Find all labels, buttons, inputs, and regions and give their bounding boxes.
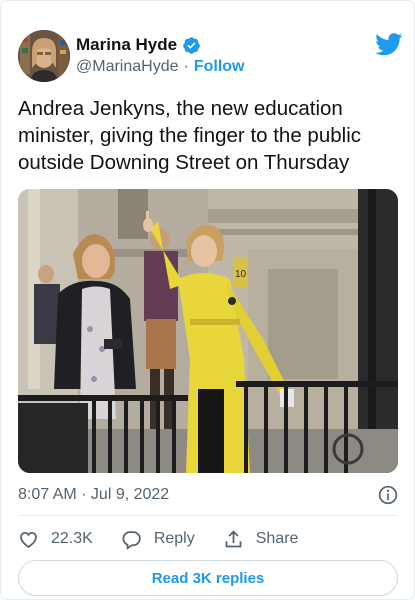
- like-count: 22.3K: [51, 530, 93, 547]
- avatar[interactable]: [18, 30, 70, 82]
- like-button[interactable]: 22.3K: [18, 529, 93, 550]
- tweet-card: Marina Hyde @MarinaHyde · Follow Andrea …: [0, 0, 415, 600]
- handle-separator: ·: [183, 58, 189, 75]
- share-button[interactable]: Share: [223, 529, 299, 550]
- tweet-timestamp[interactable]: 8:07 AM · Jul 9, 2022: [18, 486, 169, 504]
- handle-row: @MarinaHyde · Follow: [76, 58, 244, 76]
- tweet-header: Marina Hyde @MarinaHyde · Follow: [18, 30, 403, 84]
- author-names: Marina Hyde @MarinaHyde · Follow: [76, 34, 244, 76]
- info-icon[interactable]: [378, 485, 398, 505]
- reply-label: Reply: [153, 530, 195, 547]
- divider: [18, 515, 398, 516]
- reply-button[interactable]: Reply: [121, 529, 195, 550]
- follow-button[interactable]: Follow: [194, 58, 245, 76]
- tweet-photo[interactable]: 10: [18, 189, 398, 473]
- share-upload-icon: [225, 529, 242, 547]
- door-number-sign: 10: [235, 269, 247, 280]
- tweet-text: Andrea Jenkyns, the new education minist…: [18, 97, 361, 174]
- name-row: Marina Hyde: [76, 34, 244, 56]
- share-label: Share: [255, 530, 299, 547]
- reply-bubble-icon: [122, 530, 141, 550]
- timestamp-row: 8:07 AM · Jul 9, 2022: [18, 483, 398, 507]
- twitter-bird-icon[interactable]: [375, 33, 403, 56]
- verified-badge-icon: [183, 36, 200, 54]
- tweet-actions: 22.3K Reply Share: [18, 526, 326, 552]
- display-name[interactable]: Marina Hyde: [76, 35, 177, 55]
- read-replies-button[interactable]: Read 3K replies: [18, 560, 398, 596]
- read-replies-label: Read 3K replies: [151, 569, 265, 587]
- heart-icon: [20, 531, 37, 548]
- author-handle[interactable]: @MarinaHyde: [76, 58, 179, 76]
